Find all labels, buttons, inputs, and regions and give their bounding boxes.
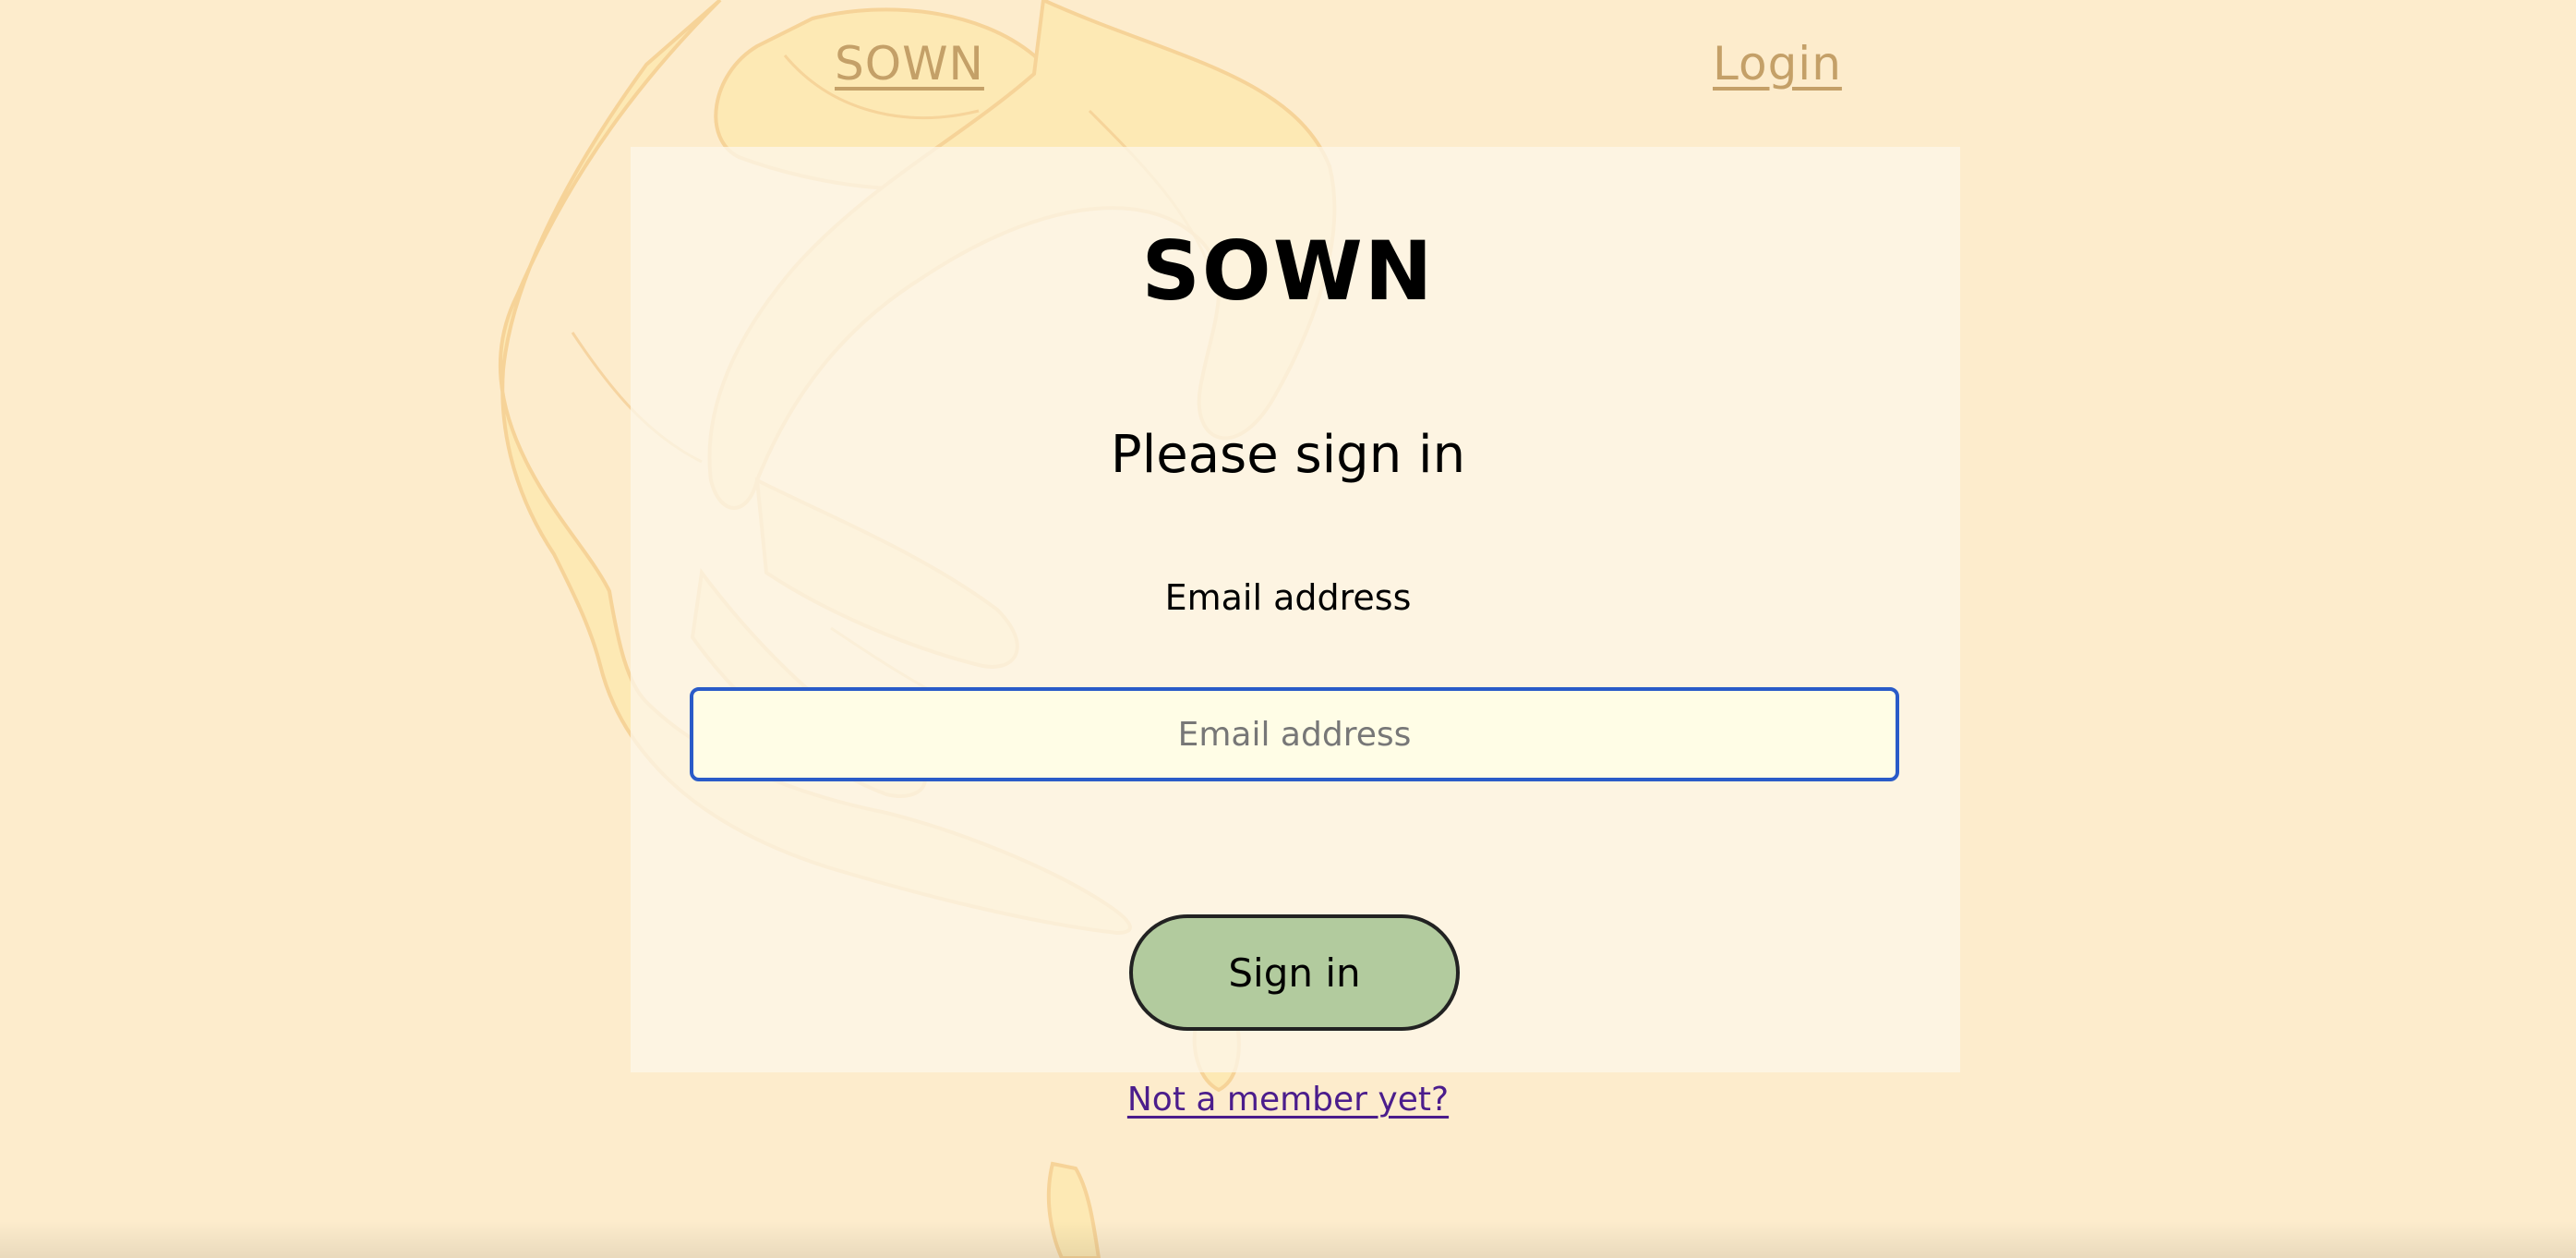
email-label: Email address	[1164, 577, 1412, 618]
sign-in-button[interactable]: Sign in	[1129, 914, 1460, 1031]
nav-login-link[interactable]: Login	[1713, 37, 1842, 111]
not-a-member-link[interactable]: Not a member yet?	[1127, 1081, 1449, 1119]
nav-brand-link[interactable]: SOWN	[835, 37, 984, 111]
card-title: SOWN	[1141, 224, 1435, 319]
signup-link-row: Not a member yet?	[0, 1081, 2576, 1119]
bottom-shadow	[0, 1221, 2576, 1258]
sign-in-heading: Please sign in	[1110, 425, 1466, 485]
login-page: SOWN Login SOWN Please sign in Email add…	[0, 0, 2576, 1258]
email-input[interactable]	[690, 687, 1899, 781]
